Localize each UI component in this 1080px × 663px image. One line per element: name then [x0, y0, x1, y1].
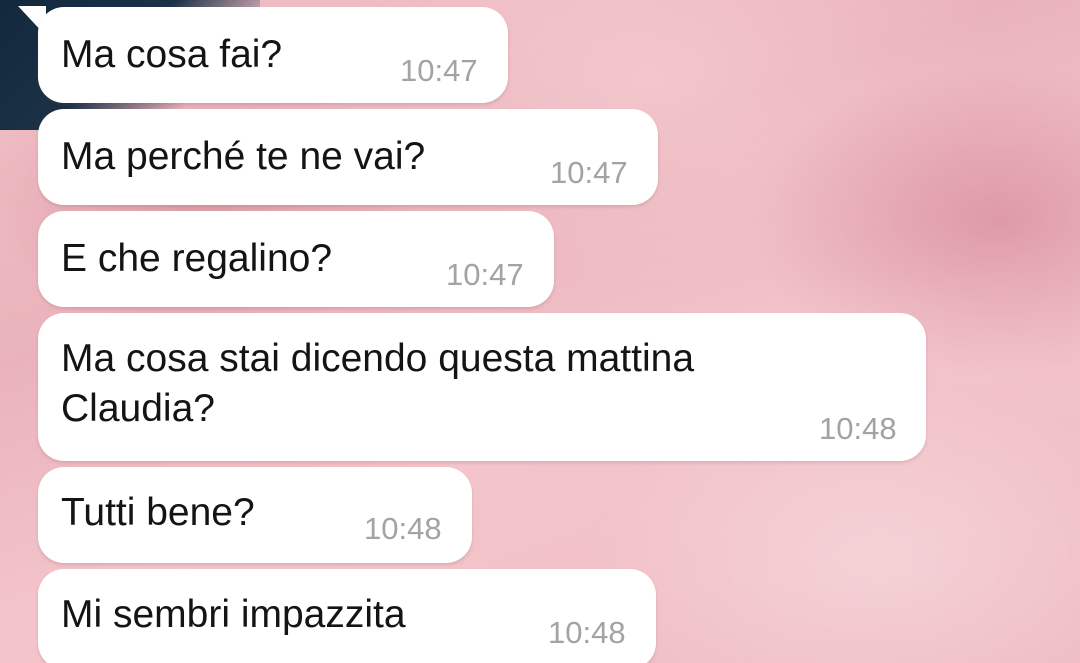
message-time: 10:47 [446, 257, 524, 292]
message-time: 10:47 [400, 53, 478, 88]
message-text: Ma perché te ne vai? [61, 135, 426, 178]
message-text: Ma cosa fai? [61, 33, 283, 76]
message-time: 10:47 [550, 155, 628, 190]
message-time: 10:48 [548, 615, 626, 650]
message-bubble[interactable]: Tutti bene? 10:48 [38, 467, 472, 563]
message-time: 10:48 [364, 511, 442, 546]
message-time: 10:48 [819, 411, 897, 446]
message-bubble[interactable]: E che regalino? 10:47 [38, 211, 554, 307]
message-bubble[interactable]: Ma cosa stai dicendo questa mattina Clau… [38, 313, 926, 461]
message-text: E che regalino? [61, 237, 333, 280]
message-text: Mi sembri impazzita [61, 593, 406, 636]
chat-message-list[interactable]: Ma cosa fai? 10:47 Ma perché te ne vai? … [0, 0, 1080, 663]
message-bubble[interactable]: Ma perché te ne vai? 10:47 [38, 109, 658, 205]
message-bubble[interactable]: Mi sembri impazzita 10:48 [38, 569, 656, 663]
message-text: Tutti bene? [61, 491, 255, 534]
message-bubble[interactable]: Ma cosa fai? 10:47 [38, 7, 508, 103]
message-text: Ma cosa stai dicendo questa mattina Clau… [61, 337, 695, 430]
